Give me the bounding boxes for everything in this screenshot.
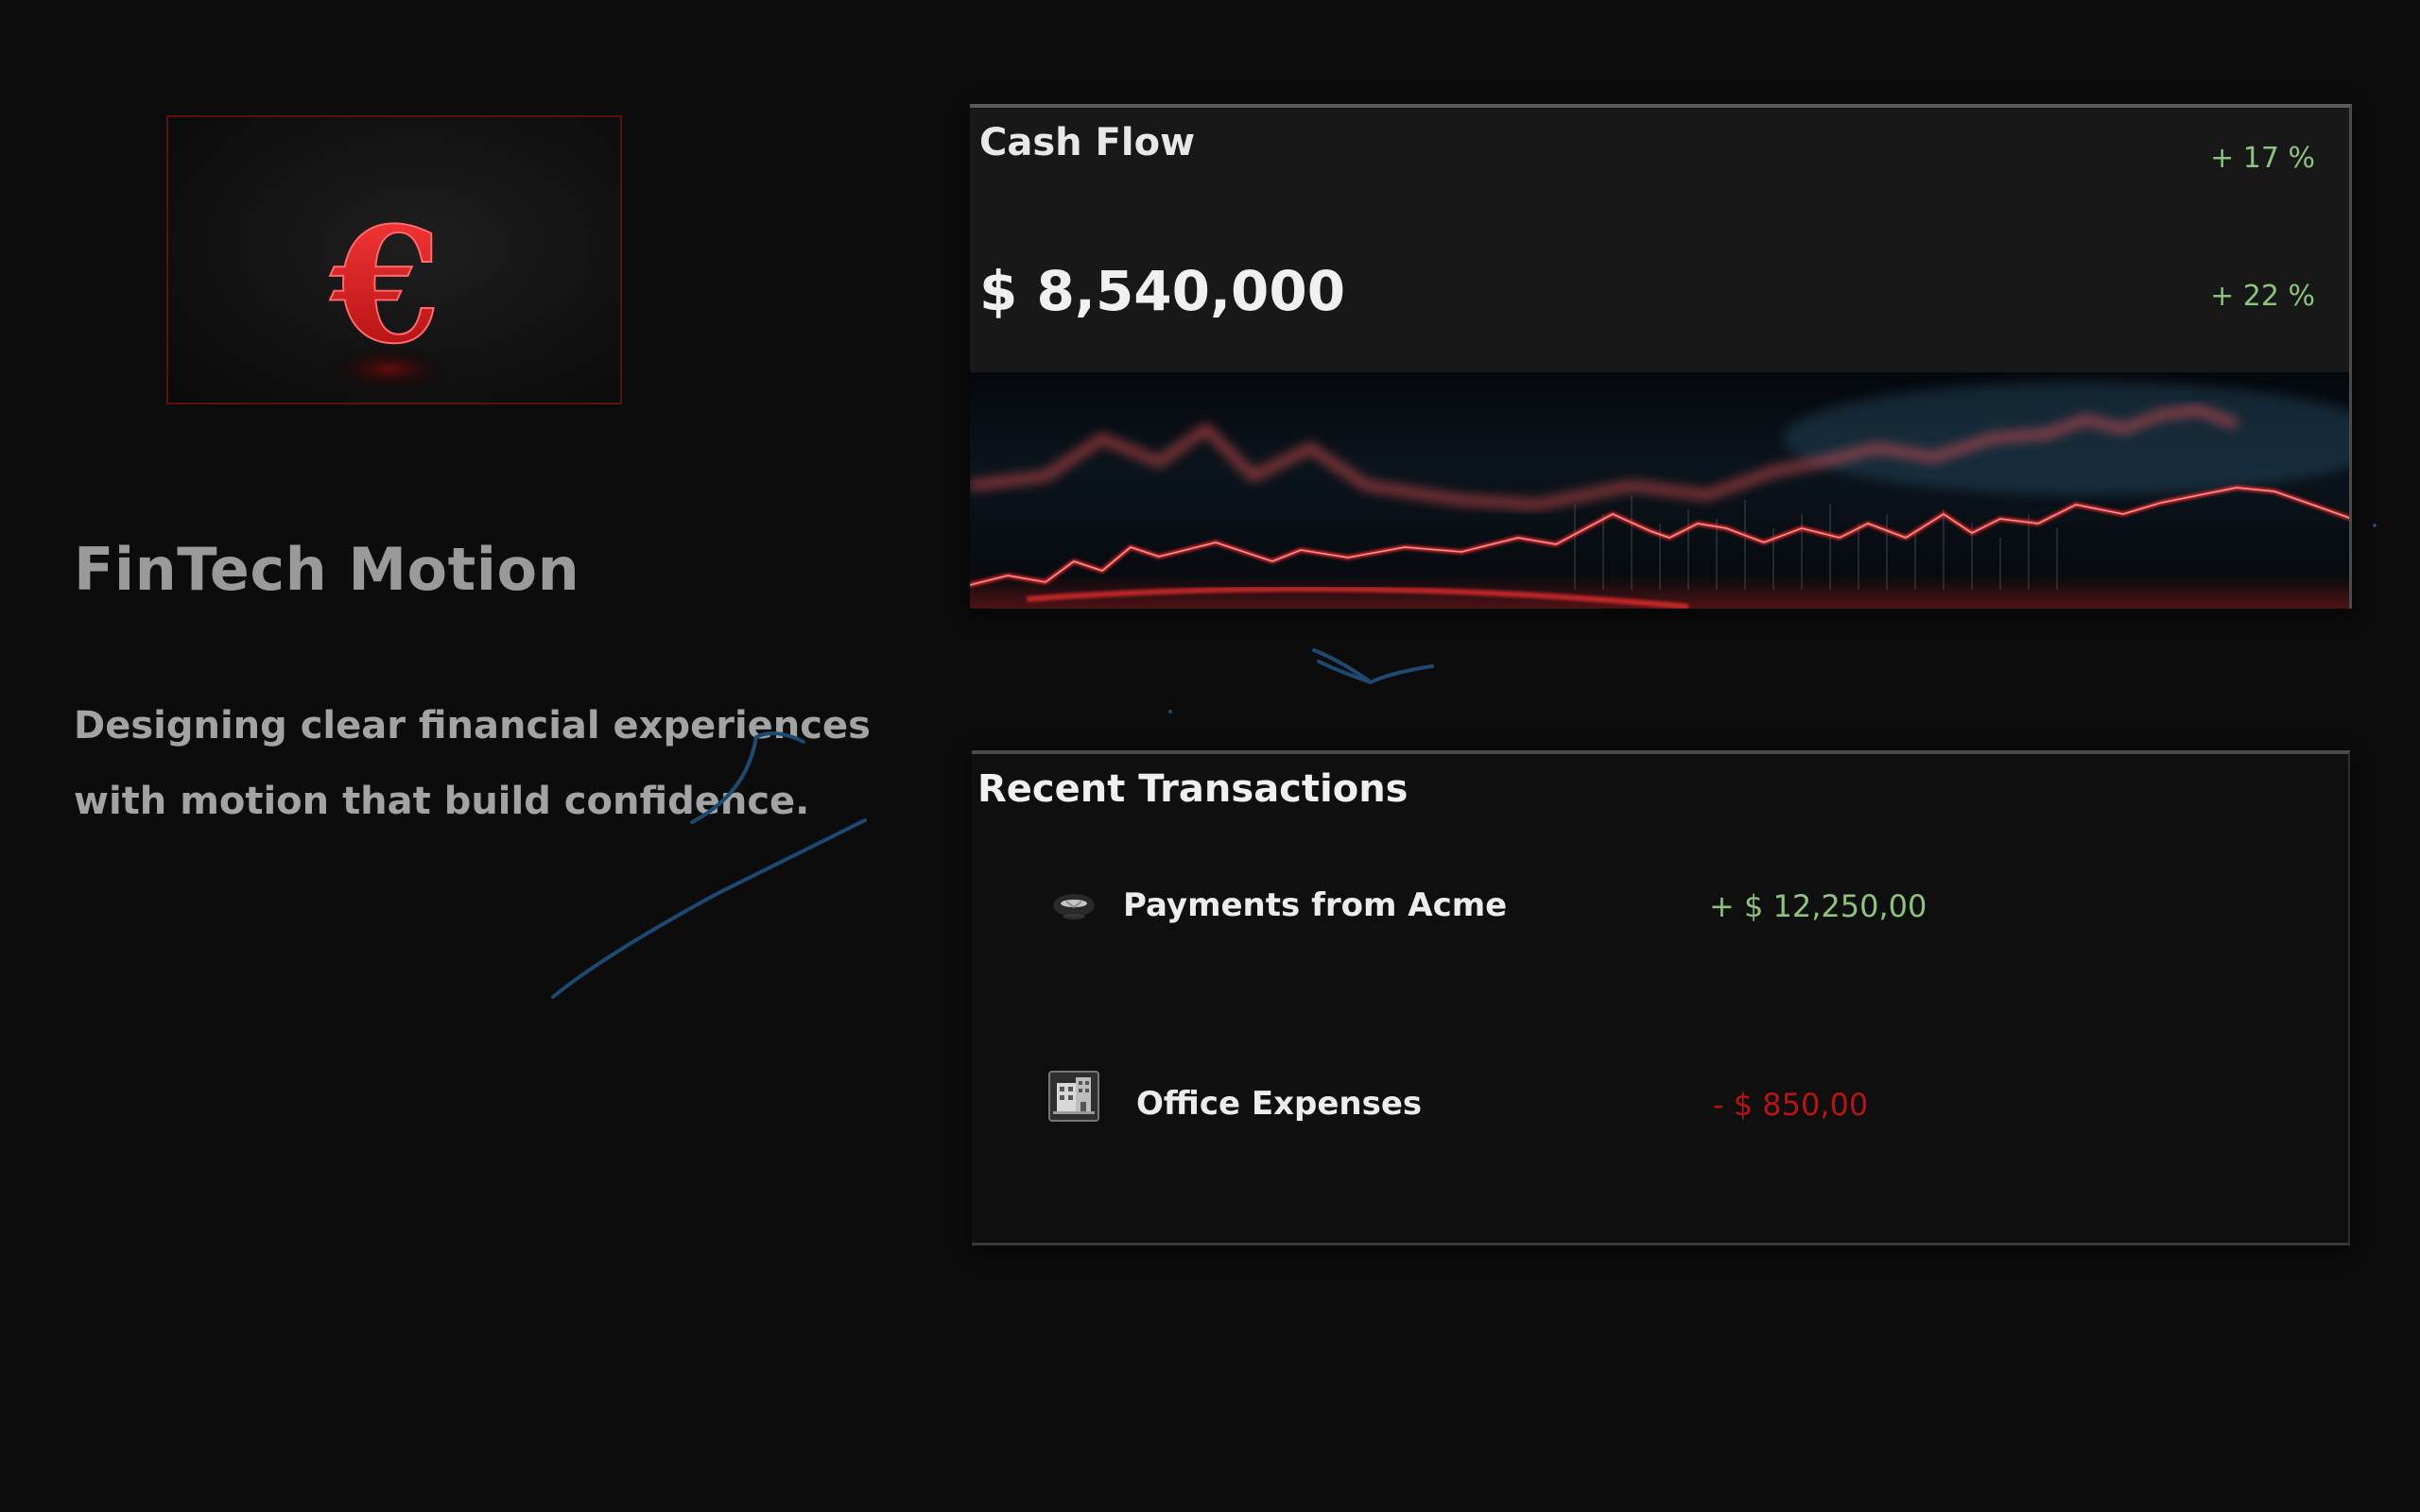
recent-transactions-card: Recent Transactions Payments from Acme +…	[972, 750, 2350, 1246]
incoming-payment-icon	[1053, 894, 1095, 919]
chart-lines	[970, 382, 2349, 609]
transaction-label: Payments from Acme	[1123, 886, 1508, 924]
tagline-line-1: Designing clear financial experiences	[74, 704, 871, 747]
transaction-row[interactable]: Payments from Acme + $ 12,250,00	[972, 868, 2348, 943]
cash-flow-amount: $ 8,540,000	[979, 259, 1346, 323]
euro-icon: €	[323, 191, 456, 394]
office-building-icon	[1048, 1071, 1099, 1122]
tagline: Designing clear financial experiences wi…	[74, 688, 871, 839]
recent-transactions-title: Recent Transactions	[977, 767, 1409, 811]
cash-flow-card[interactable]: Cash Flow + 17 % $ 8,540,000 + 22 %	[970, 104, 2352, 609]
brand-title: FinTech Motion	[74, 535, 580, 604]
svg-text:€: €	[330, 192, 441, 379]
transaction-label: Office Expenses	[1136, 1085, 1423, 1123]
tagline-line-2: with motion that build confidence.	[74, 780, 810, 823]
hero-image: €	[166, 115, 622, 404]
cash-flow-change-1: + 17 %	[2210, 142, 2315, 175]
cash-flow-title: Cash Flow	[979, 121, 1196, 164]
cash-flow-change-2: + 22 %	[2210, 280, 2315, 313]
transaction-amount: - $ 850,00	[1713, 1087, 1869, 1123]
transaction-amount: + $ 12,250,00	[1709, 888, 1927, 924]
cash-flow-chart-image	[970, 372, 2349, 609]
transaction-row[interactable]: Office Expenses - $ 850,00	[972, 1068, 2348, 1143]
